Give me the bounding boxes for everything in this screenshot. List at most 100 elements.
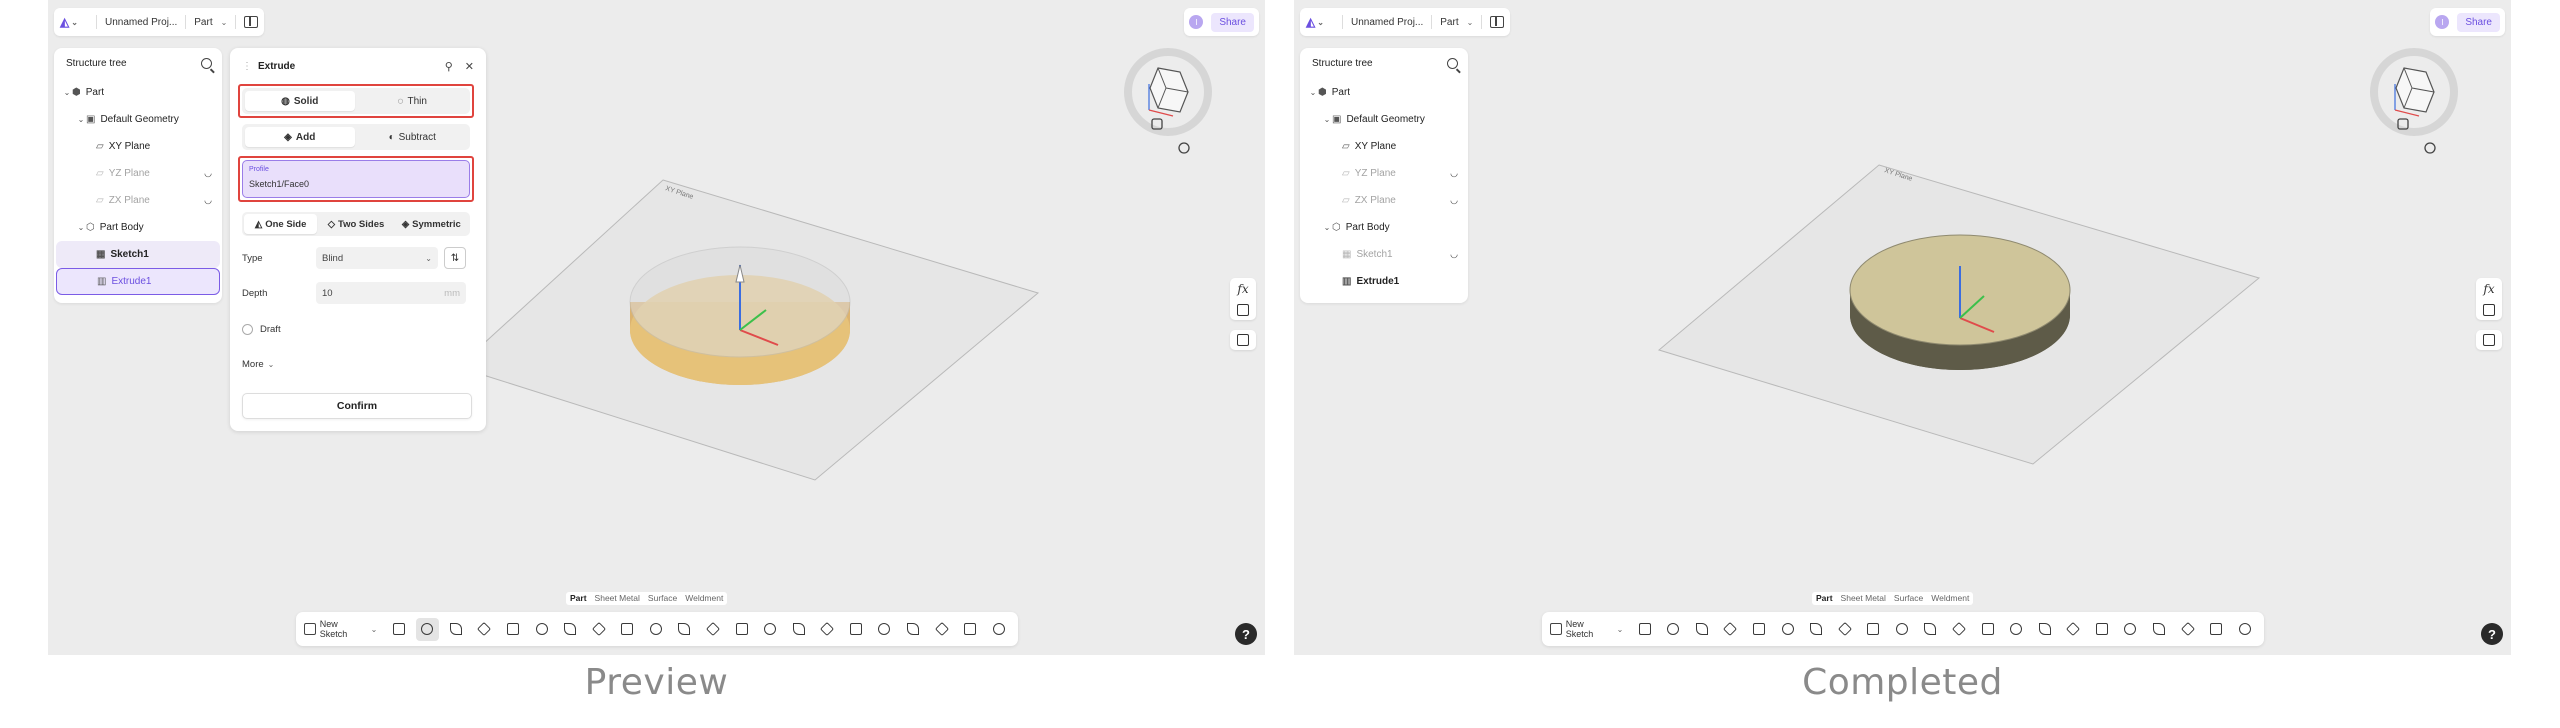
chamfer-tool-icon[interactable] — [616, 618, 639, 641]
panel-icon[interactable] — [2483, 334, 2495, 346]
tab-part[interactable]: Part — [1816, 593, 1833, 604]
sweep-tool-icon[interactable] — [473, 618, 496, 641]
preview-viewport[interactable]: XY Plane ◭ ⌄ Unnamed Proj... Part ⌄ I Shar… — [48, 0, 1265, 655]
more-toggle[interactable]: More ⌄ — [242, 353, 472, 375]
pin-icon[interactable]: ⚲ — [445, 60, 453, 73]
extrude-tool-icon[interactable] — [415, 617, 439, 641]
share-button[interactable]: Share — [2457, 12, 2500, 32]
hole-tool-icon[interactable] — [1805, 618, 1828, 641]
search-icon[interactable] — [201, 58, 212, 69]
tab-surface[interactable]: Surface — [1894, 593, 1923, 604]
tree-item-yz-plane[interactable]: ▱ YZ Plane ◡ — [1302, 160, 1466, 187]
tree-item-zx-plane[interactable]: ▱ ZX Plane ◡ — [56, 187, 220, 214]
share-button[interactable]: Share — [1211, 12, 1254, 32]
mirror-tool-icon[interactable] — [759, 618, 782, 641]
rib-tool-icon[interactable] — [530, 618, 553, 641]
hidden-eye-icon[interactable]: ◡ — [204, 168, 212, 179]
tab-surface[interactable]: Surface — [648, 593, 677, 604]
insert-tool-icon[interactable] — [2234, 618, 2257, 641]
checklist-icon[interactable] — [2483, 304, 2495, 316]
tab-sheet-metal[interactable]: Sheet Metal — [595, 593, 640, 604]
measure-tool-icon[interactable] — [2205, 618, 2228, 641]
tree-item-extrude1[interactable]: ▥ Extrude1 — [1302, 268, 1466, 295]
hidden-eye-icon[interactable]: ◡ — [1450, 168, 1458, 179]
completed-viewport[interactable]: XY Plane ◭ ⌄ Unnamed Proj... Part ⌄ I Shar… — [1294, 0, 2511, 655]
help-button[interactable]: ? — [1235, 623, 1257, 645]
tab-weldment[interactable]: Weldment — [1931, 593, 1969, 604]
checklist-icon[interactable] — [1237, 304, 1249, 316]
sketch-plane-tool-icon[interactable] — [1633, 618, 1656, 641]
move-tool-icon[interactable] — [845, 618, 868, 641]
sketch-plane-tool-icon[interactable] — [387, 618, 410, 641]
new-sketch-button[interactable]: New Sketch ⌄ — [1550, 619, 1623, 639]
search-icon[interactable] — [1447, 58, 1458, 69]
close-icon[interactable]: ✕ — [465, 60, 474, 73]
combine-tool-icon[interactable] — [902, 618, 925, 641]
panel-icon[interactable] — [1237, 334, 1249, 346]
hidden-eye-icon[interactable]: ◡ — [204, 195, 212, 206]
layout-toggle-icon[interactable] — [1490, 16, 1505, 28]
section-tool-icon[interactable] — [2176, 618, 2199, 641]
two-sides-option[interactable]: ◇ Two Sides — [319, 214, 392, 234]
mirror-tool-icon[interactable] — [2005, 618, 2028, 641]
tree-item-default-geometry[interactable]: ⌄ ▣ Default Geometry — [56, 106, 220, 133]
sweep-tool-icon[interactable] — [1719, 618, 1742, 641]
tree-item-part-body[interactable]: ⌄ ⬡ Part Body — [1302, 214, 1466, 241]
chevron-down-icon[interactable]: ⌄ — [62, 88, 72, 97]
loft-tool-icon[interactable] — [502, 618, 525, 641]
help-button[interactable]: ? — [2481, 623, 2503, 645]
boolean-tool-icon[interactable] — [2033, 618, 2056, 641]
tab-sheet-metal[interactable]: Sheet Metal — [1841, 593, 1886, 604]
app-logo-icon[interactable]: ◭ ⌄ — [60, 13, 88, 31]
pattern-tool-icon[interactable] — [730, 618, 753, 641]
hole-tool-icon[interactable] — [559, 618, 582, 641]
tree-item-default-geometry[interactable]: ⌄ ▣ Default Geometry — [1302, 106, 1466, 133]
chevron-down-icon[interactable]: ⌄ — [1322, 223, 1332, 232]
new-sketch-button[interactable]: New Sketch ⌄ — [304, 619, 377, 639]
split-tool-icon[interactable] — [2062, 618, 2085, 641]
hidden-eye-icon[interactable]: ◡ — [1450, 249, 1458, 260]
tree-item-xy-plane[interactable]: ▱ XY Plane — [56, 133, 220, 160]
drag-handle-icon[interactable]: ⋮ — [242, 61, 252, 72]
layout-toggle-icon[interactable] — [244, 16, 259, 28]
chamfer-tool-icon[interactable] — [1862, 618, 1885, 641]
avatar[interactable]: I — [1189, 15, 1204, 29]
fillet-tool-icon[interactable] — [587, 618, 610, 641]
hidden-eye-icon[interactable]: ◡ — [1450, 195, 1458, 206]
tree-item-sketch1[interactable]: ▦ Sketch1 ◡ — [1302, 241, 1466, 268]
tree-item-sketch1[interactable]: ▦ Sketch1 — [56, 241, 220, 268]
symmetric-option[interactable]: ◈ Symmetric — [395, 214, 468, 234]
project-name[interactable]: Unnamed Proj... — [1351, 17, 1423, 28]
draft-checkbox[interactable] — [242, 323, 253, 335]
insert-tool-icon[interactable] — [988, 618, 1011, 641]
loft-tool-icon[interactable] — [1748, 618, 1771, 641]
type-select[interactable]: Blind ⌄ — [316, 247, 438, 269]
tree-item-extrude1[interactable]: ▥ Extrude1 — [56, 268, 220, 295]
formula-icon[interactable]: fx — [2483, 282, 2494, 296]
project-name[interactable]: Unnamed Proj... — [105, 17, 177, 28]
chevron-down-icon[interactable]: ⌄ — [1322, 115, 1332, 124]
split-tool-icon[interactable] — [816, 618, 839, 641]
chevron-down-icon[interactable]: ⌄ — [76, 223, 86, 232]
chevron-down-icon[interactable]: ⌄ — [1308, 88, 1318, 97]
avatar[interactable]: I — [2435, 15, 2450, 29]
draft-tool-icon[interactable] — [645, 618, 668, 641]
measure-tool-icon[interactable] — [959, 618, 982, 641]
tree-item-zx-plane[interactable]: ▱ ZX Plane ◡ — [1302, 187, 1466, 214]
mode-select[interactable]: Part — [1440, 17, 1458, 28]
subtract-option[interactable]: ◐ Subtract — [358, 127, 468, 147]
confirm-button[interactable]: Confirm — [242, 393, 472, 419]
draft-tool-icon[interactable] — [1891, 618, 1914, 641]
combine-tool-icon[interactable] — [2148, 618, 2171, 641]
mode-select[interactable]: Part — [194, 17, 212, 28]
shell-tool-icon[interactable] — [673, 618, 696, 641]
one-side-option[interactable]: ◭ One Side — [244, 214, 318, 234]
extrude-tool-icon[interactable] — [1662, 618, 1685, 641]
tree-item-part[interactable]: ⌄ ⬢ Part — [1302, 79, 1466, 106]
boolean-tool-icon[interactable] — [787, 618, 810, 641]
revolve-tool-icon[interactable] — [445, 618, 468, 641]
fillet-tool-icon[interactable] — [1833, 618, 1856, 641]
rib-tool-icon[interactable] — [1776, 618, 1799, 641]
tree-item-xy-plane[interactable]: ▱ XY Plane — [1302, 133, 1466, 160]
shell-tool-icon[interactable] — [1919, 618, 1942, 641]
